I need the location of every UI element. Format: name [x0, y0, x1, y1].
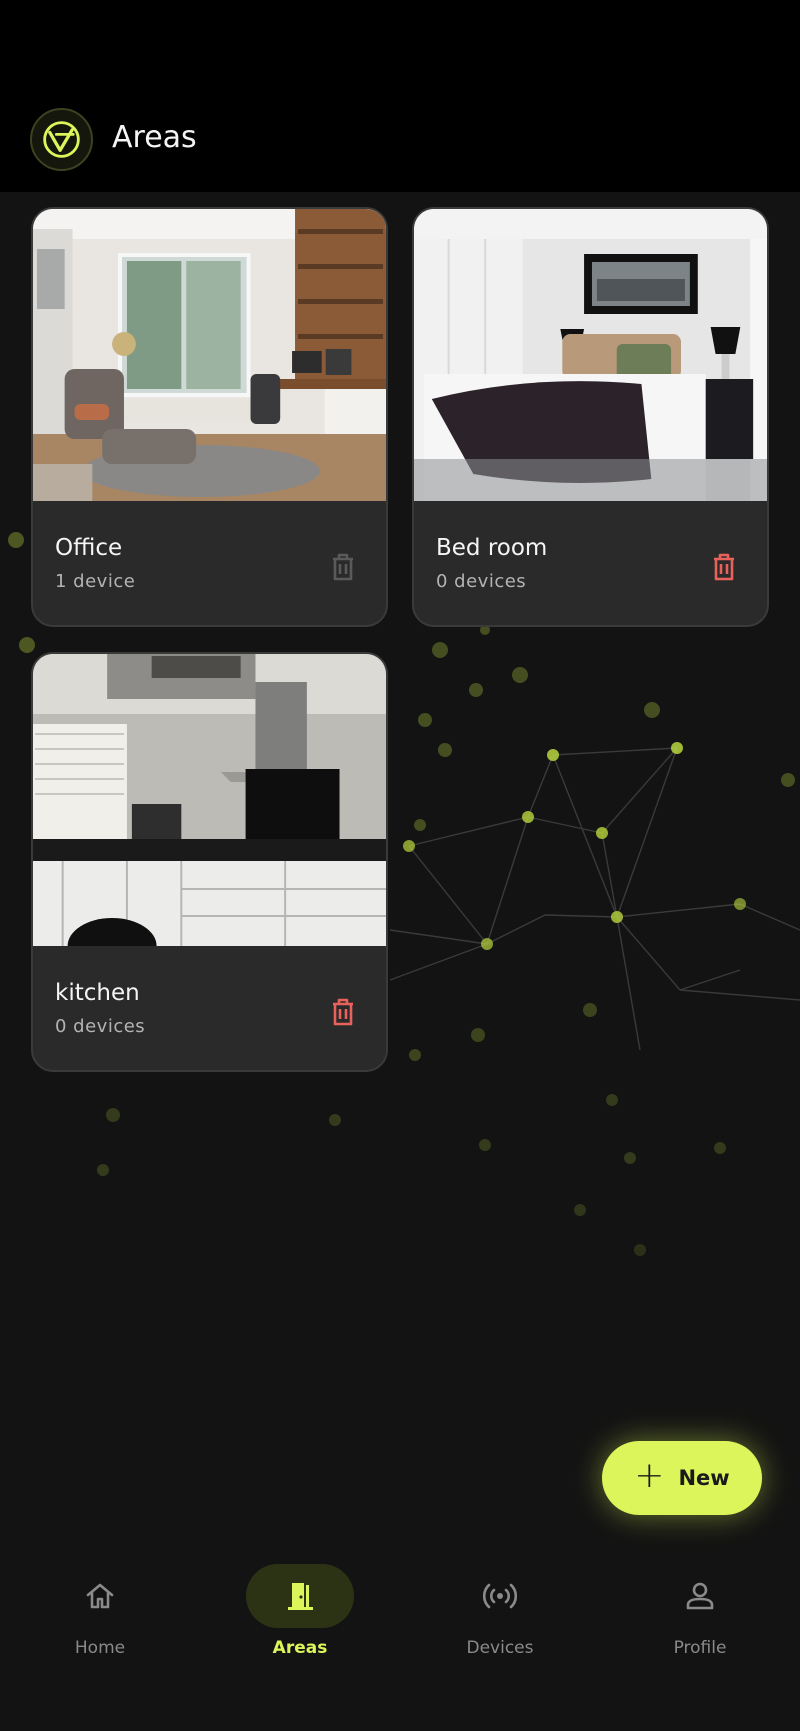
trash-icon [333, 998, 353, 1026]
area-name: Bed room [436, 535, 548, 561]
delete-button[interactable] [326, 992, 360, 1032]
app-header: Areas [0, 0, 800, 192]
bedroom-photo [414, 209, 767, 501]
nav-profile[interactable]: Profile [600, 1564, 800, 1674]
home-icon [86, 1583, 114, 1609]
new-area-label: New [678, 1466, 730, 1490]
trash-icon [714, 553, 734, 581]
nav-areas-label: Areas [272, 1638, 328, 1658]
nav-devices-label: Devices [466, 1638, 534, 1658]
area-card-kitchen[interactable]: kitchen 0 devices [31, 652, 388, 1072]
area-device-count: 1 device [55, 571, 136, 592]
person-icon [686, 1582, 714, 1610]
nav-devices[interactable]: Devices [400, 1564, 600, 1674]
area-card-bed-room[interactable]: Bed room 0 devices [412, 207, 769, 627]
area-card-office[interactable]: Office 1 device [31, 207, 388, 627]
kitchen-photo [33, 654, 386, 946]
nav-areas[interactable]: Areas [200, 1564, 400, 1674]
bottom-navigation: Home Areas Devices Profile [0, 1548, 800, 1731]
area-name: Office [55, 535, 123, 561]
door-icon [288, 1583, 313, 1610]
area-name: kitchen [55, 980, 140, 1006]
trash-icon [333, 553, 353, 581]
page-title: Areas [112, 120, 197, 155]
signal-icon [483, 1583, 517, 1609]
delete-button[interactable] [707, 547, 741, 587]
office-photo [33, 209, 386, 501]
delete-button[interactable] [326, 547, 360, 587]
vt-logo-icon [30, 108, 93, 171]
nav-profile-label: Profile [673, 1638, 727, 1658]
nav-home-label: Home [74, 1638, 126, 1658]
area-device-count: 0 devices [436, 571, 527, 592]
plus-icon: + [634, 1455, 665, 1496]
area-device-count: 0 devices [55, 1016, 146, 1037]
nav-home[interactable]: Home [0, 1564, 200, 1674]
new-area-button[interactable]: + New [602, 1441, 762, 1515]
